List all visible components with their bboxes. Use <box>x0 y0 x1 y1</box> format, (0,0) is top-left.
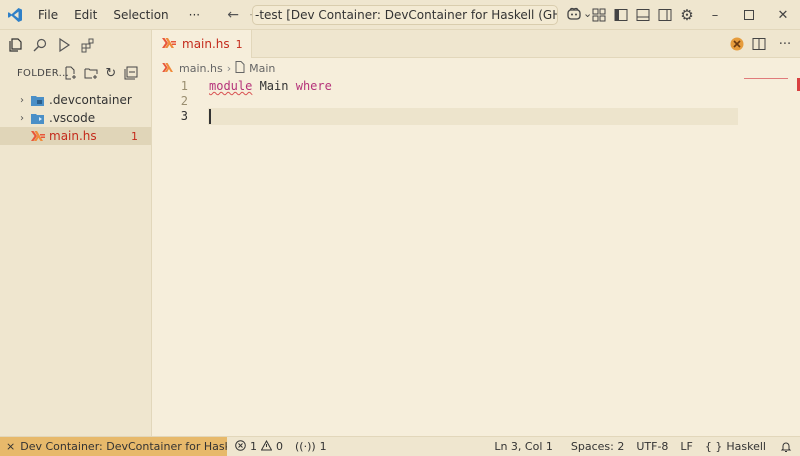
error-icon <box>235 439 246 454</box>
overview-ruler[interactable] <box>742 78 800 91</box>
ports-indicator[interactable]: ((·)) 1 <box>289 440 333 453</box>
symbol-file-icon <box>235 60 245 76</box>
tree-item-vscode[interactable]: › .vscode <box>0 109 151 127</box>
tab-label: main.hs <box>182 37 230 51</box>
folder-icon <box>31 95 45 106</box>
settings-gear-icon[interactable]: ⚙ <box>676 0 698 30</box>
close-button[interactable]: ✕ <box>766 0 800 30</box>
activity-bar <box>0 30 151 60</box>
language-mode[interactable]: { } Haskell <box>699 440 772 453</box>
haskell-file-icon <box>162 62 175 75</box>
command-center[interactable]: -test [Dev Container: DevContainer for H… <box>252 5 558 25</box>
module-name: Main <box>252 79 296 93</box>
more-actions-icon[interactable]: ··· <box>770 29 800 59</box>
encoding[interactable]: UTF-8 <box>630 440 674 453</box>
tab-main-hs[interactable]: main.hs 1 <box>152 30 252 58</box>
tree-item-label: main.hs <box>49 129 97 143</box>
end-of-line[interactable]: LF <box>674 440 698 453</box>
tree-item-devcontainer[interactable]: › .devcontainer <box>0 91 151 109</box>
breadcrumb-separator: › <box>226 61 232 75</box>
remote-icon: ⨯ <box>6 440 16 453</box>
error-count: 1 <box>250 440 257 453</box>
status-bar: ⨯ Dev Container: DevContainer for Haskel… <box>0 436 800 456</box>
tree-item-label: .devcontainer <box>49 93 132 107</box>
problems-indicator[interactable]: 1 0 <box>229 439 289 454</box>
chevron-right-icon: › <box>20 94 24 106</box>
cursor-position[interactable]: Ln 3, Col 1 <box>488 440 565 453</box>
copilot-icon <box>566 7 582 24</box>
code-line: 3 <box>152 108 792 125</box>
text-cursor <box>209 109 211 124</box>
keyword-module: module <box>209 79 253 93</box>
maximize-button[interactable] <box>732 0 766 30</box>
new-folder-icon[interactable] <box>81 63 101 83</box>
breadcrumb-symbol[interactable]: Main <box>249 62 275 75</box>
chevron-right-icon: › <box>20 112 24 124</box>
new-file-icon[interactable] <box>61 63 81 83</box>
haskell-extension-icon[interactable] <box>726 29 748 59</box>
search-icon[interactable] <box>30 35 50 55</box>
explorer-title: FOLDER... <box>17 67 70 79</box>
menu-edit[interactable]: Edit <box>66 0 105 30</box>
indentation[interactable]: Spaces: 2 <box>565 440 630 453</box>
ruler-error-mark <box>744 78 788 79</box>
back-arrow-icon[interactable]: ← <box>222 7 244 23</box>
remote-indicator[interactable]: ⨯ Dev Container: DevContainer for Haskel… <box>0 436 227 456</box>
toggle-panel-icon[interactable] <box>632 0 654 30</box>
haskell-file-icon <box>162 37 176 51</box>
tree-item-main-hs[interactable]: main.hs 1 <box>0 127 151 145</box>
menu-selection[interactable]: Selection <box>105 0 176 30</box>
collapse-all-icon[interactable] <box>121 63 141 83</box>
extensions-icon[interactable] <box>78 35 98 55</box>
toggle-primary-sidebar-icon[interactable] <box>610 0 632 30</box>
ports-count: 1 <box>319 440 327 453</box>
warning-icon <box>260 439 273 454</box>
line-number: 3 <box>180 109 188 123</box>
explorer-header: FOLDER... ↻ <box>0 60 151 86</box>
explorer-icon[interactable] <box>6 35 26 55</box>
breadcrumb: main.hs › Main <box>152 58 800 78</box>
vscode-logo-icon <box>0 0 30 30</box>
minimize-button[interactable]: – <box>698 0 732 30</box>
menu-file[interactable]: File <box>30 0 66 30</box>
braces-icon: { } <box>704 440 723 453</box>
title-bar: File Edit Selection ··· ← → -test [Dev C… <box>0 0 800 30</box>
tab-problem-count: 1 <box>235 37 243 51</box>
breadcrumb-file[interactable]: main.hs <box>179 62 223 75</box>
problem-count-badge: 1 <box>131 129 138 143</box>
split-editor-icon[interactable] <box>748 29 770 59</box>
sidebar: FOLDER... ↻ › .devcontainer › .vscode ma… <box>0 30 152 436</box>
language-label: Haskell <box>726 440 766 453</box>
remote-label: Dev Container: DevContainer for Haskell … <box>20 440 227 453</box>
customize-layout-icon[interactable] <box>588 0 610 30</box>
warning-count: 0 <box>276 440 283 453</box>
refresh-icon[interactable]: ↻ <box>101 63 121 83</box>
broadcast-icon: ((·)) <box>295 440 316 453</box>
code-editor[interactable]: 1 module Main where 2 3 <box>152 78 800 436</box>
notifications-bell-icon[interactable] <box>772 441 800 453</box>
keyword-where: where <box>295 79 332 93</box>
toggle-secondary-sidebar-icon[interactable] <box>654 0 676 30</box>
haskell-file-icon <box>31 131 45 141</box>
folder-icon <box>31 113 45 124</box>
tree-item-label: .vscode <box>49 111 96 125</box>
editor-tabs: main.hs 1 ··· <box>152 30 800 58</box>
menu-more[interactable]: ··· <box>181 0 208 30</box>
run-debug-icon[interactable] <box>54 35 74 55</box>
